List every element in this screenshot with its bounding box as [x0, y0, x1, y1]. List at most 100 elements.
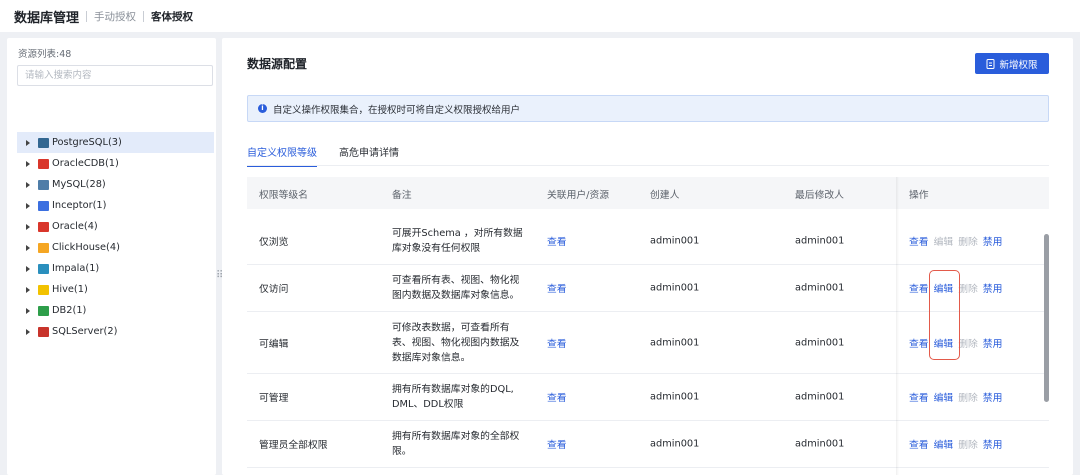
permission-level-name: 可管理	[259, 393, 289, 404]
tree-item-label: OracleCDB(1)	[52, 158, 119, 169]
tree-item-label: SQLServer(2)	[52, 326, 118, 337]
creator-cell: admin001	[650, 337, 700, 348]
modifier-cell: admin001	[795, 391, 845, 403]
tab-custom-permission-levels[interactable]: 自定义权限等级	[247, 144, 317, 167]
creator-cell: admin001	[650, 282, 700, 294]
tabs-divider	[247, 165, 1049, 166]
search-input[interactable]	[17, 65, 213, 86]
remark-line: 可修改表数据，可查看所有	[392, 322, 510, 333]
view-linked-link[interactable]: 查看	[547, 234, 567, 248]
resource-count: 资源列表:48	[18, 49, 72, 60]
permission-remark: 拥有所有数据库对象的DQL, DML、DDL权限	[392, 382, 540, 412]
delete-button[interactable]: 删除	[958, 336, 978, 350]
table-scrollbar[interactable]	[1044, 234, 1049, 402]
column-header-remark: 备注	[392, 190, 412, 201]
tree-item-label: Hive(1)	[52, 284, 88, 295]
disable-button[interactable]: 禁用	[983, 336, 1003, 350]
main-panel: 数据源配置 新增权限 i 自定义操作权限集合，在授权时可将自定义权限授权给用户 …	[222, 38, 1073, 475]
view-button[interactable]: 查看	[909, 390, 929, 404]
creator-cell: admin001	[650, 438, 700, 450]
tree-item-label: ClickHouse(4)	[52, 242, 120, 253]
mysql-icon	[38, 179, 49, 190]
info-icon: i	[258, 104, 267, 113]
tab-high-risk-requests[interactable]: 高危申请详情	[339, 144, 399, 167]
caret-right-icon[interactable]	[26, 307, 30, 314]
creator-cell: admin001	[650, 235, 700, 247]
remark-line: 可展开Schema ，对所有数据	[392, 228, 523, 239]
clickhouse-icon	[38, 242, 49, 253]
permission-remark: 可展开Schema ，对所有数据 库对象没有任何权限	[392, 226, 540, 256]
permission-level-name: 可编辑	[259, 338, 289, 350]
modifier-cell: admin001	[795, 337, 845, 348]
caret-right-icon[interactable]	[26, 223, 30, 230]
tree-item[interactable]: PostgreSQL(3)	[17, 132, 214, 153]
delete-button[interactable]: 删除	[958, 390, 978, 404]
disable-button[interactable]: 禁用	[983, 234, 1003, 248]
disable-button[interactable]: 禁用	[983, 390, 1003, 404]
tree-item[interactable]: DB2(1)	[17, 300, 214, 321]
notice-text: 自定义操作权限集合，在授权时可将自定义权限授权给用户	[273, 104, 521, 116]
tree-item-label: Impala(1)	[52, 263, 100, 274]
permission-remark: 拥有所有数据库对象的全部权 限。	[392, 429, 540, 459]
tab-object-auth[interactable]: 客体授权	[151, 9, 193, 24]
disable-button[interactable]: 禁用	[983, 281, 1003, 295]
column-header-name: 权限等级名	[259, 190, 308, 201]
tree-item[interactable]: SQLServer(2)	[17, 321, 214, 342]
db2-icon	[38, 305, 49, 316]
postgresql-icon	[38, 137, 49, 148]
caret-right-icon[interactable]	[26, 328, 30, 335]
tree-item[interactable]: Inceptor(1)	[17, 195, 214, 216]
add-permission-button[interactable]: 新增权限	[975, 53, 1049, 74]
view-linked-link[interactable]: 查看	[547, 390, 567, 404]
edit-button[interactable]: 编辑	[934, 390, 954, 404]
table-row: 管理员全部权限 拥有所有数据库对象的全部权 限。 查看 admin001 admin001…	[247, 421, 1049, 468]
table-row: 可管理 拥有所有数据库对象的DQL, DML、DDL权限 查看 admin001 admi…	[247, 374, 1049, 421]
remark-line: 图内数据及数据库对象信息。	[392, 290, 520, 301]
view-button[interactable]: 查看	[909, 234, 929, 248]
tree-item-label: DB2(1)	[52, 305, 87, 316]
tree-item[interactable]: OracleCDB(1)	[17, 153, 214, 174]
divider	[143, 10, 145, 22]
remark-line: 可查看所有表、视图、物化视	[392, 275, 520, 286]
edit-button[interactable]: 编辑	[934, 437, 954, 451]
tree-item[interactable]: Impala(1)	[17, 258, 214, 279]
view-button[interactable]: 查看	[909, 336, 929, 350]
tree-item[interactable]: Hive(1)	[17, 279, 214, 300]
impala-icon	[38, 263, 49, 274]
delete-button[interactable]: 删除	[958, 281, 978, 295]
delete-button[interactable]: 删除	[958, 437, 978, 451]
modifier-cell: admin001	[795, 282, 845, 294]
view-button[interactable]: 查看	[909, 437, 929, 451]
inceptor-icon	[38, 200, 49, 211]
sqlserver-icon	[38, 326, 49, 337]
tree-item[interactable]: MySQL(28)	[17, 174, 214, 195]
resource-sidebar: 资源列表:48 PostgreSQL(3) OracleCDB(1) MySQL(2…	[7, 38, 216, 475]
edit-button[interactable]: 编辑	[934, 234, 954, 248]
document-add-icon	[986, 58, 995, 69]
view-linked-link[interactable]: 查看	[547, 281, 567, 295]
caret-right-icon[interactable]	[26, 139, 30, 146]
table-header: 权限等级名 备注 关联用户/资源 创建人 最后修改人 操作	[247, 177, 1049, 209]
add-permission-label: 新增权限	[999, 59, 1038, 71]
caret-right-icon[interactable]	[26, 181, 30, 188]
caret-right-icon[interactable]	[26, 202, 30, 209]
caret-right-icon[interactable]	[26, 286, 30, 293]
column-header-actions: 操作	[909, 190, 929, 201]
caret-right-icon[interactable]	[26, 160, 30, 167]
caret-right-icon[interactable]	[26, 244, 30, 251]
view-linked-link[interactable]: 查看	[547, 437, 567, 451]
remark-line: 库对象没有任何权限	[392, 243, 481, 254]
view-button[interactable]: 查看	[909, 281, 929, 295]
permission-level-name: 管理员全部权限	[259, 440, 328, 451]
oraclecdb-icon	[38, 158, 49, 169]
tree-item[interactable]: ClickHouse(4)	[17, 237, 214, 258]
remark-line: 限。	[392, 446, 412, 457]
hive-icon	[38, 284, 49, 295]
caret-right-icon[interactable]	[26, 265, 30, 272]
tab-manual-auth[interactable]: 手动授权	[94, 9, 136, 24]
tree-item[interactable]: Oracle(4)	[17, 216, 214, 237]
disable-button[interactable]: 禁用	[983, 437, 1003, 451]
modifier-cell: admin001	[795, 235, 845, 247]
view-linked-link[interactable]: 查看	[547, 336, 567, 350]
delete-button[interactable]: 删除	[958, 234, 978, 248]
